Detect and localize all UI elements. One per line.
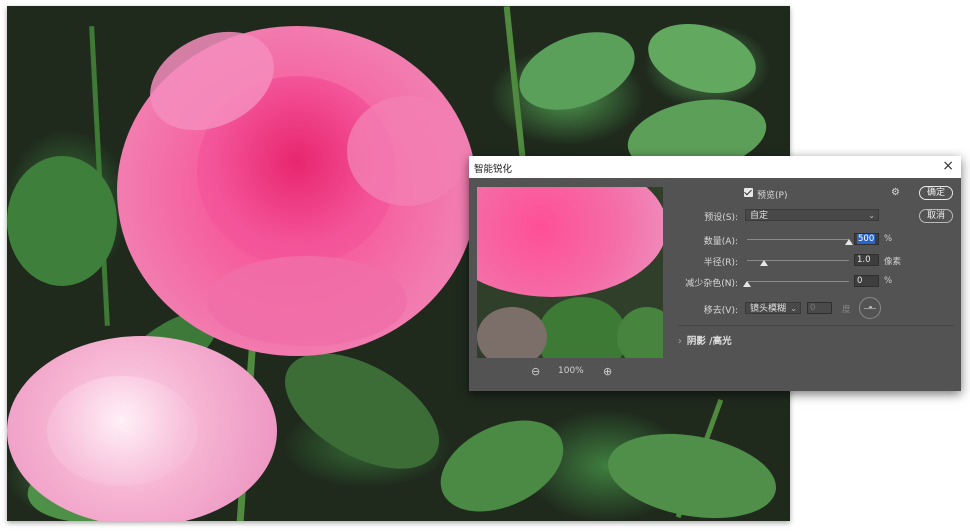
main-rose-petal bbox=[207, 256, 407, 346]
ok-button[interactable]: 确定 bbox=[919, 186, 953, 200]
angle-field[interactable]: 0 bbox=[807, 302, 832, 314]
shadow-highlight-toggle[interactable]: › 阴影 /高光 bbox=[678, 333, 732, 347]
zoom-bar: ⊖ 100% ⊕ bbox=[477, 364, 663, 380]
preset-label: 预设(S): bbox=[704, 213, 738, 223]
preset-value: 自定 bbox=[750, 211, 769, 221]
leaf bbox=[7, 156, 117, 286]
main-rose-petal bbox=[347, 96, 467, 206]
radius-label: 半径(R): bbox=[703, 258, 738, 268]
leaf bbox=[601, 421, 783, 521]
noise-slider-thumb[interactable] bbox=[743, 281, 751, 287]
preview-leaf bbox=[617, 307, 663, 358]
amount-label: 数量(A): bbox=[703, 237, 738, 247]
preview-image[interactable] bbox=[477, 187, 663, 358]
preview-label: 预览(P) bbox=[757, 191, 788, 201]
radius-unit: 像素 bbox=[884, 257, 902, 267]
amount-slider-thumb[interactable] bbox=[845, 239, 853, 245]
section-divider bbox=[678, 325, 954, 326]
chevron-down-icon: ⌄ bbox=[790, 304, 797, 313]
remove-value: 镜头模糊 bbox=[750, 304, 787, 314]
cancel-button[interactable]: 取消 bbox=[919, 209, 953, 223]
chevron-right-icon: › bbox=[678, 336, 682, 347]
amount-field[interactable]: 500 bbox=[854, 233, 879, 245]
amount-slider-track[interactable] bbox=[747, 239, 849, 240]
preview-checkbox[interactable] bbox=[744, 188, 753, 197]
dialog-title: 智能锐化 bbox=[474, 164, 513, 175]
gear-icon[interactable]: ⚙ bbox=[891, 187, 900, 198]
noise-field[interactable]: 0 bbox=[854, 275, 879, 287]
remove-label: 移去(V): bbox=[703, 306, 738, 316]
leaf bbox=[640, 12, 764, 105]
shadow-highlight-label: 阴影 /高光 bbox=[686, 336, 732, 347]
zoom-in-icon[interactable]: ⊕ bbox=[603, 365, 612, 378]
close-icon[interactable]: × bbox=[942, 158, 954, 174]
leaf bbox=[426, 402, 578, 521]
zoom-out-icon[interactable]: ⊖ bbox=[531, 365, 540, 378]
noise-unit: % bbox=[884, 276, 893, 286]
noise-label: 减少杂色(N): bbox=[685, 279, 738, 289]
noise-slider-track[interactable] bbox=[747, 281, 849, 282]
angle-unit: 度 bbox=[842, 305, 851, 315]
remove-select[interactable]: 镜头模糊 ⌄ bbox=[745, 302, 801, 314]
radius-slider-thumb[interactable] bbox=[760, 260, 769, 266]
chevron-down-icon: ⌄ bbox=[868, 211, 875, 220]
radius-field[interactable]: 1.0 bbox=[854, 254, 879, 266]
smart-sharpen-dialog: 智能锐化 × ⊖ 100% ⊕ 预览(P) ⚙ 预设(S): 自定 ⌄ 数量(A… bbox=[469, 156, 961, 391]
preview-shadow bbox=[477, 307, 547, 358]
leaf bbox=[508, 17, 646, 125]
preset-select[interactable]: 自定 ⌄ bbox=[745, 209, 879, 221]
lower-rose-petal bbox=[47, 376, 197, 486]
angle-wheel-icon[interactable] bbox=[859, 297, 881, 319]
amount-unit: % bbox=[884, 234, 893, 244]
dialog-titlebar: 智能锐化 × bbox=[469, 156, 961, 178]
preview-rose bbox=[477, 187, 663, 297]
preview-leaf bbox=[537, 297, 627, 358]
zoom-level: 100% bbox=[558, 366, 584, 376]
